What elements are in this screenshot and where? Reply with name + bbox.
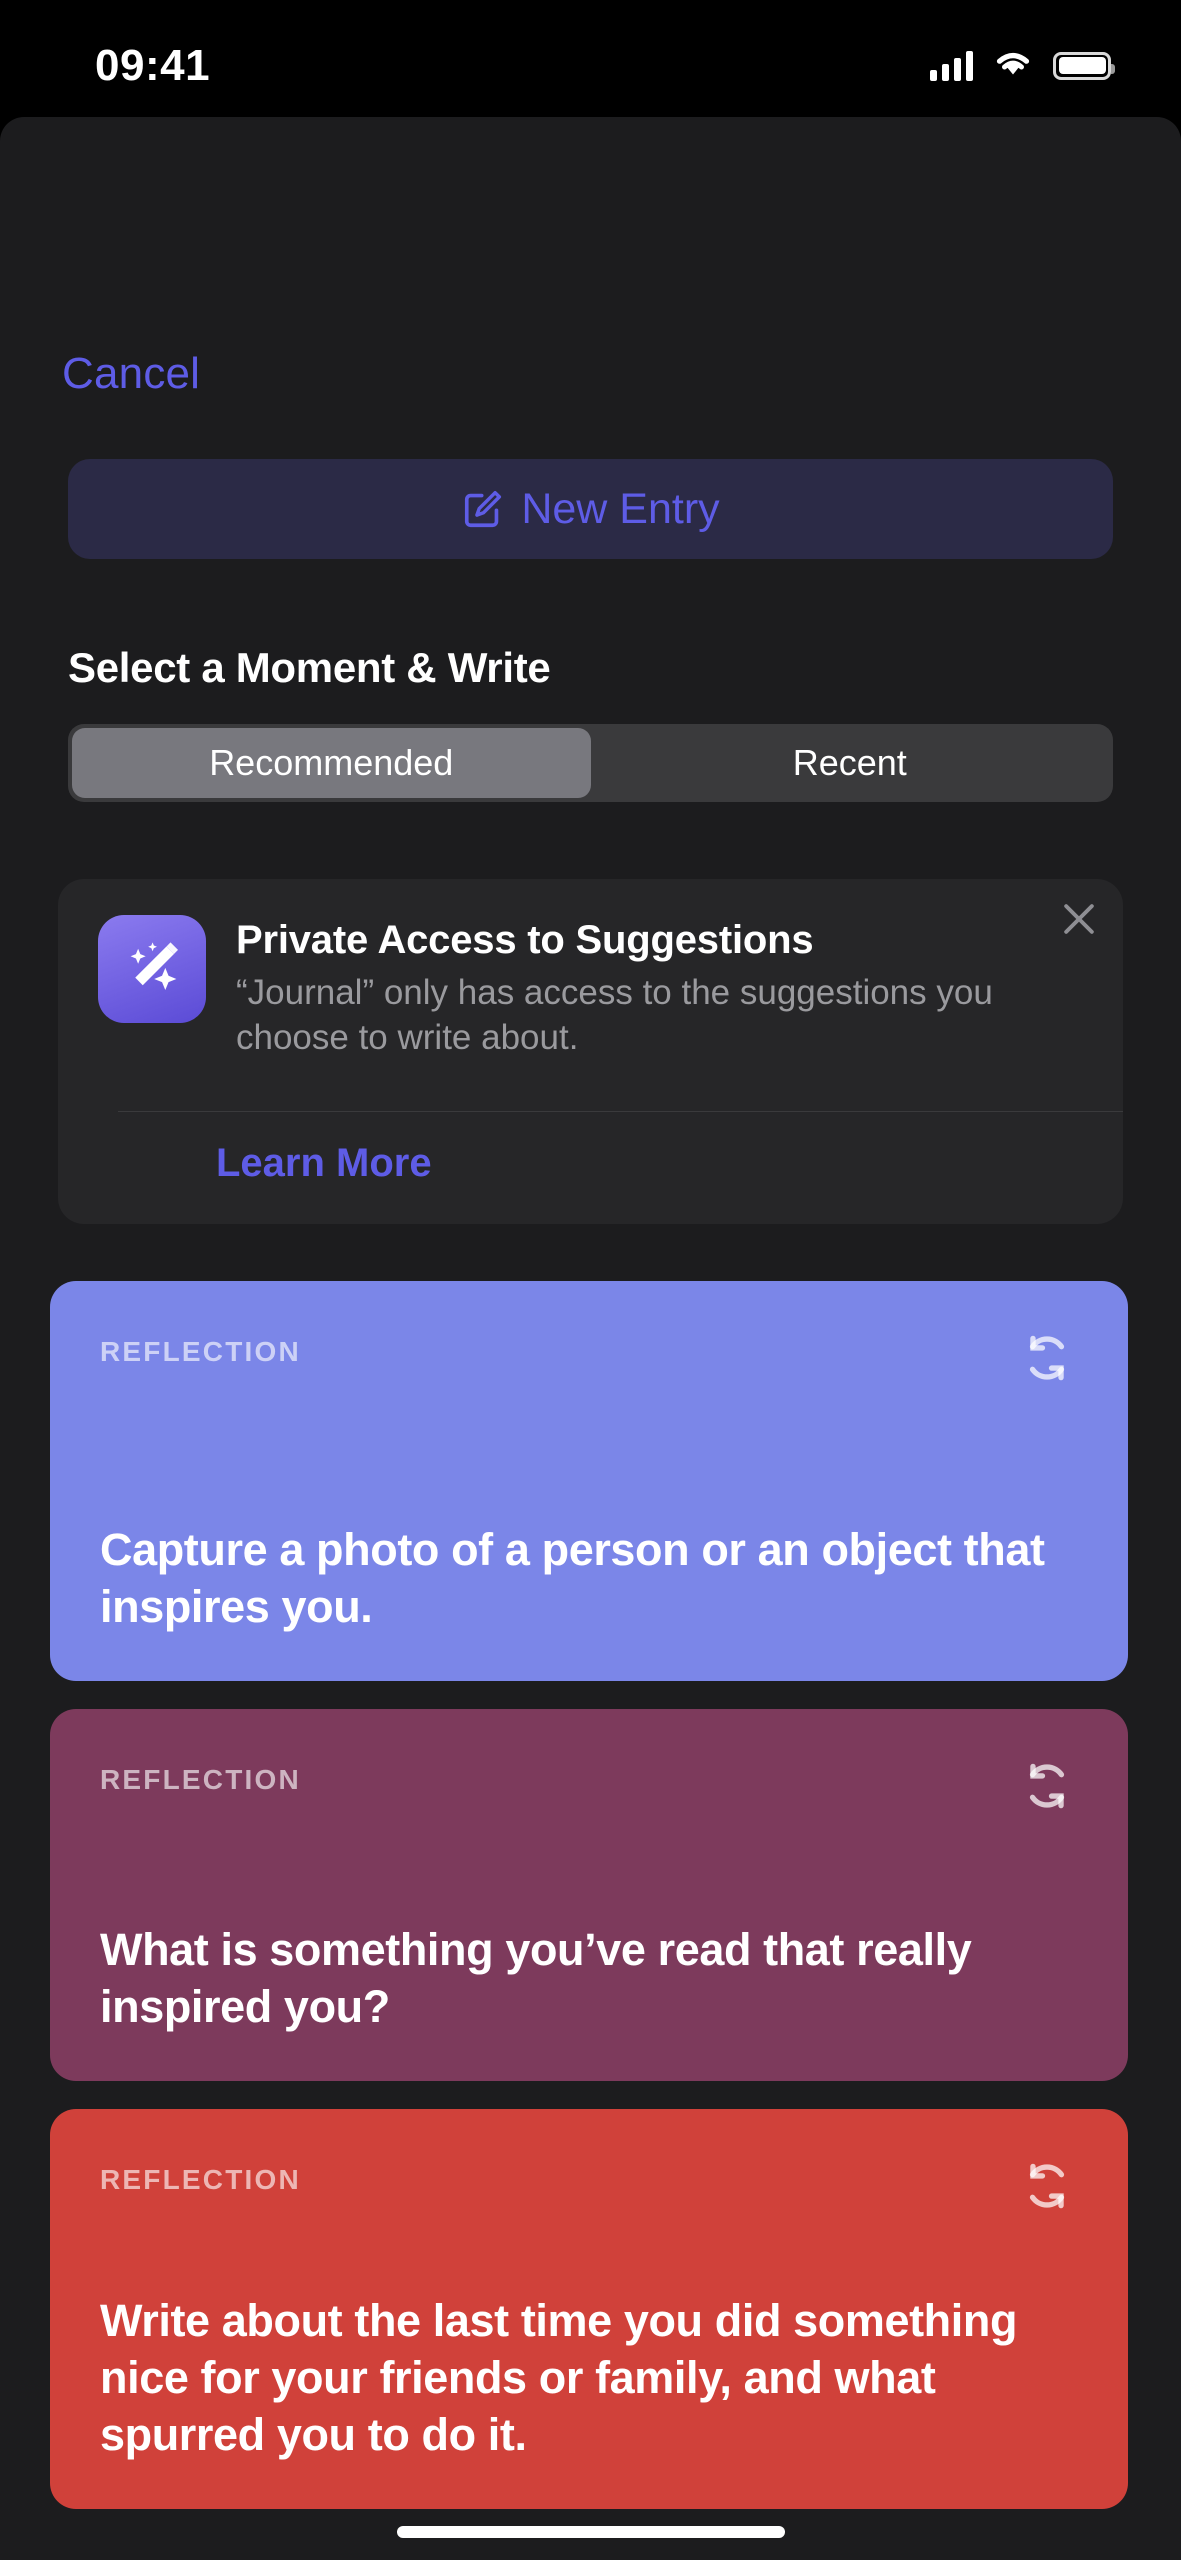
refresh-cycle-icon[interactable]: [1008, 1747, 1086, 1825]
cellular-bars-icon: [930, 50, 973, 81]
new-entry-label: New Entry: [521, 484, 720, 533]
suggestion-card-prompt: Capture a photo of a person or an object…: [100, 1523, 1045, 1632]
divider: [118, 1111, 1123, 1112]
suggestion-card-prompt: What is something you’ve read that reall…: [100, 1923, 972, 2032]
cancel-button[interactable]: Cancel: [62, 349, 200, 399]
suggestion-card-kicker: REFLECTION: [100, 1764, 301, 1795]
battery-icon: [1053, 51, 1115, 80]
suggestion-card-kicker: REFLECTION: [100, 1336, 301, 1367]
private-access-card: Private Access to Suggestions “Journal” …: [58, 879, 1123, 1224]
suggestion-card[interactable]: REFLECTION Write about the last time you…: [50, 2109, 1128, 2509]
magic-wand-sparkles-icon: [98, 915, 206, 1023]
page-title: Select a Moment & Write: [68, 644, 551, 691]
private-access-description: “Journal” only has access to the suggest…: [236, 973, 993, 1057]
refresh-cycle-icon[interactable]: [1008, 2147, 1086, 2225]
private-access-text: Private Access to Suggestions “Journal” …: [206, 915, 1083, 1061]
wifi-icon: [993, 48, 1033, 83]
square-and-pencil-icon: [461, 485, 507, 534]
status-bar-clock: 09:41: [95, 40, 211, 90]
journal-suggestions-sheet: Cancel New Entry Select a Moment & Write…: [0, 117, 1181, 2560]
tab-recent[interactable]: Recent: [591, 728, 1110, 798]
home-indicator[interactable]: [396, 2526, 785, 2538]
suggestion-card[interactable]: REFLECTION What is something you’ve read…: [50, 1709, 1128, 2081]
suggestion-card[interactable]: REFLECTION Capture a photo of a person o…: [50, 1281, 1128, 1681]
suggestion-card-prompt: Write about the last time you did someth…: [100, 2294, 1018, 2460]
learn-more-button[interactable]: Learn More: [216, 1141, 432, 1186]
tab-recommended[interactable]: Recommended: [72, 728, 591, 798]
private-access-card-body: Private Access to Suggestions “Journal” …: [58, 879, 1123, 1061]
status-bar-indicators: [930, 48, 1115, 83]
refresh-cycle-icon[interactable]: [1008, 1319, 1086, 1397]
private-access-title: Private Access to Suggestions: [236, 918, 814, 962]
close-icon[interactable]: [1049, 889, 1109, 949]
status-bar: 09:41: [0, 0, 1181, 117]
suggestion-card-kicker: REFLECTION: [100, 2164, 301, 2195]
moment-filter-segmented-control[interactable]: Recommended Recent: [68, 724, 1113, 802]
new-entry-button[interactable]: New Entry: [68, 459, 1113, 559]
